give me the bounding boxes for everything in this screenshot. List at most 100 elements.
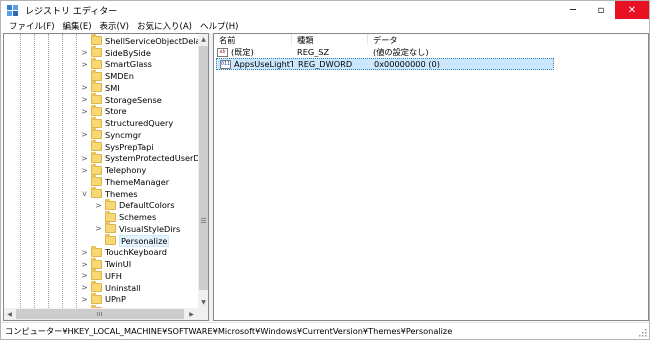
tree-item[interactable]: > SystemProtectedUserData (80, 151, 198, 165)
folder-icon (105, 234, 116, 246)
expand-chevron-icon[interactable]: > (80, 282, 89, 293)
column-header-name[interactable]: 名前 (214, 34, 292, 45)
tree-guide-line (48, 34, 49, 308)
values-list-header: 名前 種類 データ (214, 34, 648, 45)
tree-item-label: DefaultColors (119, 200, 175, 211)
minimize-button[interactable]: ─ (559, 1, 587, 19)
tree-item[interactable]: > SMI (80, 81, 120, 94)
expand-chevron-icon[interactable]: > (80, 82, 89, 93)
tree-horizontal-scrollbar[interactable]: ◀ ▶ (4, 308, 208, 320)
no-expander (80, 141, 89, 152)
expand-chevron-icon[interactable]: > (94, 223, 103, 234)
tree-item-label: TwinUI (105, 259, 132, 270)
tree-item-label: ThemeManager (105, 176, 170, 187)
tree-item[interactable]: > UFH (80, 269, 122, 282)
tree-item[interactable]: > Syncmgr (80, 128, 141, 141)
folder-icon (91, 163, 102, 175)
value-name: (既定) (231, 47, 254, 57)
no-expander (80, 118, 89, 129)
tree-item[interactable]: > TwinUI (80, 257, 132, 270)
tree-item[interactable]: Personalize (94, 234, 170, 247)
tree-item[interactable]: ThemeManager (80, 175, 170, 188)
tree-item-label: SMI (105, 82, 120, 93)
column-header-data[interactable]: データ (368, 34, 648, 45)
tree-guide-line (76, 34, 77, 308)
tree-item[interactable]: > DefaultColors (94, 198, 175, 212)
expand-chevron-icon[interactable]: > (80, 94, 89, 105)
vertical-scroll-thumb[interactable] (199, 46, 208, 290)
title-bar[interactable]: レジストリ エディター ─ ▫ ✕ (1, 1, 649, 19)
tree-item-label: StorageSense (105, 94, 162, 105)
tree-item[interactable]: v Themes (80, 187, 138, 200)
expand-chevron-icon[interactable]: > (80, 259, 89, 270)
expand-chevron-icon[interactable]: > (80, 129, 89, 140)
expand-chevron-icon[interactable]: > (80, 47, 89, 58)
tree-guide-line (62, 34, 63, 308)
folder-icon (91, 269, 102, 281)
tree-item[interactable]: Schemes (94, 210, 157, 223)
close-icon: ✕ (627, 4, 637, 16)
tree-vertical-scrollbar[interactable]: ▲ ▼ (198, 34, 208, 308)
menu-bar: ファイル(F) 編集(E) 表示(V) お気に入り(A) ヘルプ(H) (1, 19, 649, 33)
scroll-down-arrow-icon[interactable]: ▼ (198, 297, 208, 308)
expand-chevron-icon[interactable]: > (80, 106, 89, 117)
resize-grip-icon[interactable] (639, 329, 647, 337)
value-type: REG_DWORD (298, 59, 353, 69)
expand-chevron-icon[interactable]: > (80, 294, 89, 305)
tree-item[interactable]: SysPrepTapi (80, 140, 154, 153)
menu-view[interactable]: 表示(V) (96, 20, 133, 32)
tree-item[interactable]: > SideBySide (80, 46, 151, 59)
scroll-up-arrow-icon[interactable]: ▲ (198, 34, 208, 45)
maximize-button[interactable]: ▫ (587, 1, 615, 19)
folder-icon (91, 69, 102, 81)
tree-item-label: Themes (105, 188, 138, 199)
close-button[interactable]: ✕ (615, 1, 649, 19)
folder-icon (91, 151, 102, 163)
expand-chevron-icon[interactable]: > (94, 200, 103, 211)
expand-chevron-icon[interactable]: > (80, 270, 89, 281)
value-type: REG_SZ (297, 47, 330, 57)
menu-file[interactable]: ファイル(F) (5, 20, 59, 32)
tree-item[interactable]: StructuredQuery (80, 116, 173, 129)
no-expander (80, 71, 89, 82)
tree-item[interactable]: SMDEn (80, 69, 134, 82)
folder-icon (105, 210, 116, 222)
tree-item[interactable]: > Telephony (80, 163, 147, 176)
expand-chevron-icon[interactable]: > (80, 165, 89, 176)
tree-item[interactable]: > VisualStyleDirs (94, 222, 181, 235)
tree-guide-line (20, 34, 21, 308)
scroll-right-arrow-icon[interactable]: ▶ (186, 308, 197, 320)
scroll-left-arrow-icon[interactable]: ◀ (4, 308, 15, 320)
tree-item-label: SmartGlass (105, 59, 152, 70)
expand-chevron-icon[interactable]: > (80, 153, 89, 164)
folder-icon (91, 281, 102, 293)
folder-icon (91, 175, 102, 187)
menu-help[interactable]: ヘルプ(H) (196, 20, 243, 32)
tree-item[interactable]: > TouchKeyboard (80, 245, 167, 259)
tree-item[interactable]: > Uninstall (80, 281, 141, 294)
tree-item-label: SMDEn (105, 71, 134, 82)
menu-favorites[interactable]: お気に入り(A) (133, 20, 196, 32)
tree-item-label: Telephony (105, 165, 147, 176)
folder-icon (91, 128, 102, 140)
tree-item[interactable]: > StorageSense (80, 93, 162, 106)
tree-item-label: VisualStyleDirs (119, 223, 181, 234)
menu-edit[interactable]: 編集(E) (59, 20, 96, 32)
column-header-type[interactable]: 種類 (292, 34, 368, 45)
value-row[interactable]: 011AppsUseLightTh... REG_DWORD 0x00000000 … (216, 58, 554, 70)
tree-item-label: Schemes (119, 212, 157, 223)
collapse-chevron-icon[interactable]: v (80, 188, 89, 199)
folder-icon (91, 34, 102, 46)
horizontal-scroll-thumb[interactable] (16, 309, 184, 319)
value-name-cell: ab (既定) (214, 46, 292, 58)
folder-icon (91, 104, 102, 116)
tree-item[interactable]: > UPnP (80, 292, 126, 306)
value-name: AppsUseLightTh... (234, 59, 293, 69)
tree-item[interactable]: > Store (80, 104, 127, 118)
tree-item[interactable]: > SmartGlass (80, 57, 152, 71)
value-row[interactable]: ab (既定) REG_SZ (値の設定なし) (214, 46, 648, 58)
tree-item[interactable]: ShellServiceObjectDelayLoa (80, 34, 198, 47)
expand-chevron-icon[interactable]: > (80, 59, 89, 70)
folder-icon (91, 245, 102, 257)
expand-chevron-icon[interactable]: > (80, 247, 89, 258)
